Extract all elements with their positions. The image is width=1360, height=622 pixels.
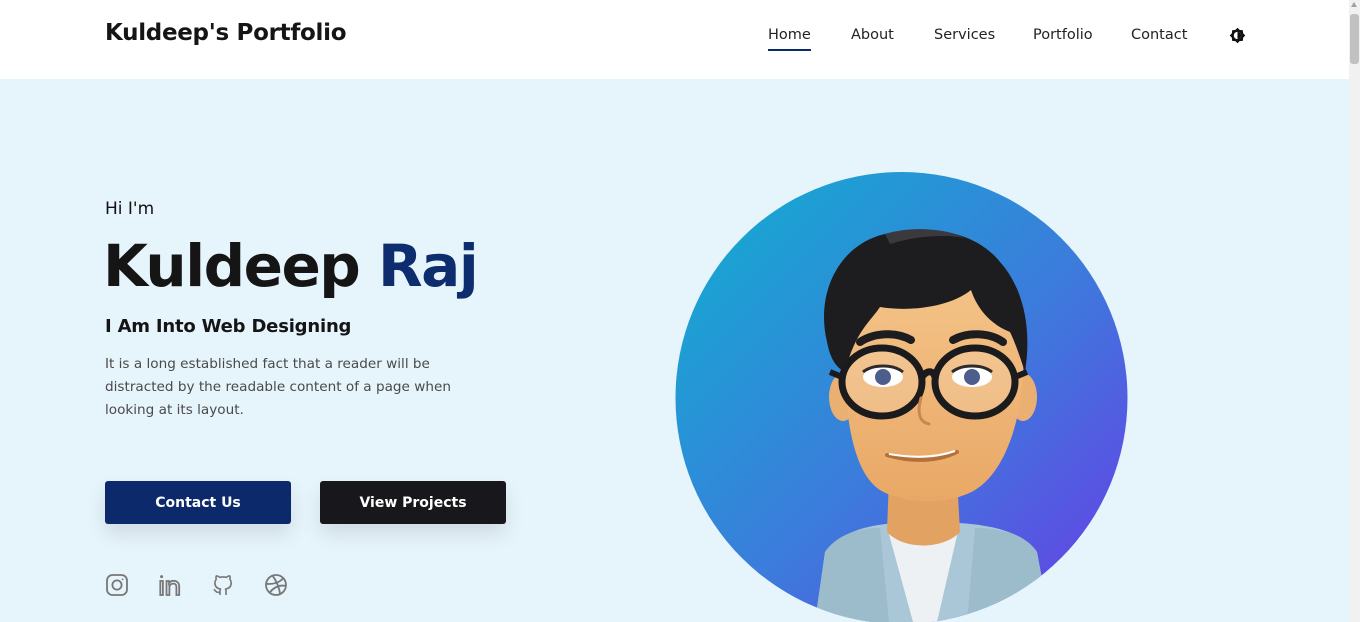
nav-about[interactable]: About xyxy=(851,27,894,49)
avatar-illustration xyxy=(675,172,1128,622)
hero-first-name: Kuldeep xyxy=(103,232,361,300)
nav-portfolio[interactable]: Portfolio xyxy=(1033,27,1093,49)
github-icon[interactable] xyxy=(211,573,235,597)
nav-services[interactable]: Services xyxy=(934,27,995,49)
hero-greeting: Hi I'm xyxy=(105,199,155,219)
hero-tagline: I Am Into Web Designing xyxy=(105,316,352,337)
linkedin-icon[interactable] xyxy=(158,573,182,597)
nav-home[interactable]: Home xyxy=(768,27,811,51)
view-projects-button[interactable]: View Projects xyxy=(320,481,506,524)
dribbble-icon[interactable] xyxy=(264,573,288,597)
scrollbar-thumb[interactable] xyxy=(1350,14,1359,64)
main-nav: Home About Services Portfolio Contact xyxy=(0,27,1349,57)
scroll-up-arrow-icon[interactable] xyxy=(1351,2,1357,7)
instagram-icon[interactable] xyxy=(105,573,129,597)
page-scrollbar[interactable] xyxy=(1349,0,1360,622)
nav-contact[interactable]: Contact xyxy=(1131,27,1187,49)
contact-us-button[interactable]: Contact Us xyxy=(105,481,291,524)
site-header: Kuldeep's Portfolio Home About Services … xyxy=(0,0,1349,79)
hero-last-name: Raj xyxy=(378,232,479,300)
theme-toggle-icon[interactable] xyxy=(1229,27,1246,44)
hero-description: It is a long established fact that a rea… xyxy=(105,356,451,418)
hero-name: Kuldeep Raj xyxy=(103,232,479,300)
